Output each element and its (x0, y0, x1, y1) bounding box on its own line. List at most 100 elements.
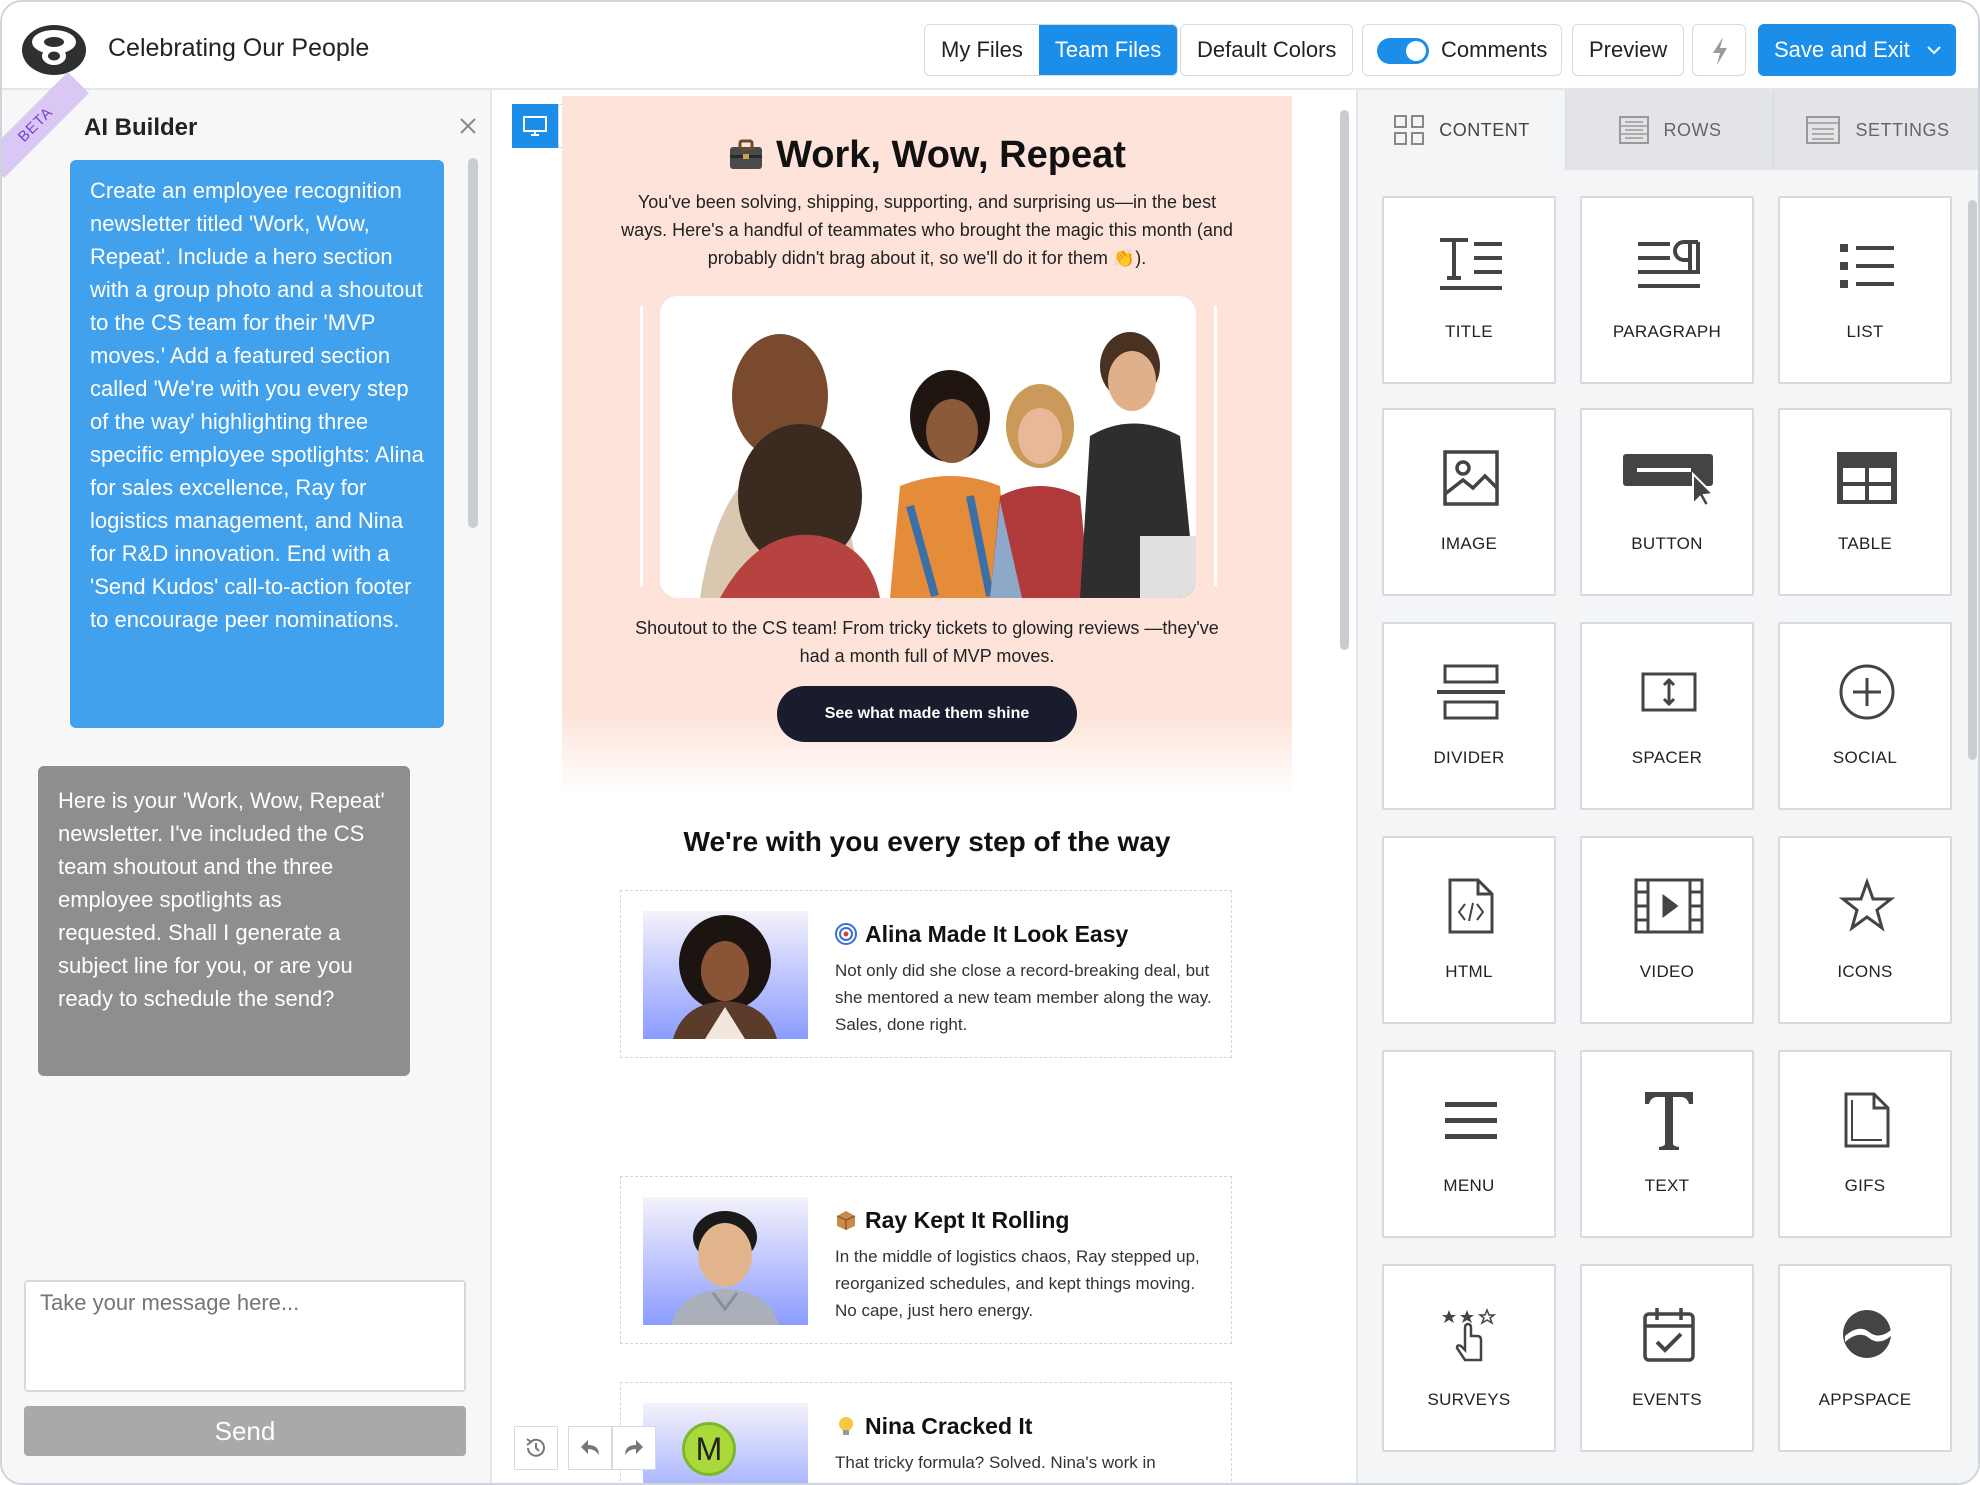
group-photo[interactable] (660, 296, 1196, 598)
block-video[interactable]: VIDEO (1580, 836, 1754, 1024)
chevron-down-icon[interactable] (1926, 42, 1942, 58)
block-image[interactable]: IMAGE (1382, 408, 1556, 596)
app-window: Celebrating Our People My Files Team Fil… (0, 0, 1980, 1485)
ai-builder-title: AI Builder (84, 114, 198, 141)
person-portrait (673, 915, 777, 1039)
hero-title[interactable]: Work, Wow, Repeat (562, 134, 1292, 177)
preview-button[interactable]: Preview (1572, 24, 1685, 76)
list-icon (1817, 230, 1917, 302)
spotlight-description[interactable]: That tricky formula? Solved. Nina's work… (835, 1449, 1215, 1476)
panel-tabs: CONTENT ROWS SETTINGS (1358, 90, 1978, 170)
button-icon (1619, 442, 1719, 514)
tab-label: SETTINGS (1855, 119, 1950, 140)
desktop-view-button[interactable] (512, 104, 558, 148)
spotlight-name[interactable]: Nina Cracked It (835, 1413, 1032, 1443)
default-colors-button[interactable]: Default Colors (1180, 24, 1354, 76)
lightbulb-icon (835, 1415, 857, 1443)
block-label: EVENTS (1632, 1390, 1702, 1409)
block-text[interactable]: TEXT (1580, 1050, 1754, 1238)
briefcase-icon (730, 139, 763, 169)
menu-icon (1421, 1084, 1521, 1156)
tab-rows[interactable]: ROWS (1566, 90, 1774, 170)
tab-settings[interactable]: SETTINGS (1774, 90, 1978, 170)
tab-content[interactable]: CONTENT (1358, 90, 1566, 170)
block-html[interactable]: HTML (1382, 836, 1556, 1024)
hero-subtitle[interactable]: You've been solving, shipping, supportin… (614, 188, 1240, 272)
block-icons[interactable]: ICONS (1778, 836, 1952, 1024)
events-icon (1619, 1298, 1719, 1370)
block-gifs[interactable]: GIFS (1778, 1050, 1952, 1238)
my-files-tab[interactable]: My Files (925, 25, 1039, 75)
block-divider[interactable]: DIVIDER (1382, 622, 1556, 810)
block-menu[interactable]: MENU (1382, 1050, 1556, 1238)
spotlight-description[interactable]: In the middle of logistics chaos, Ray st… (835, 1243, 1215, 1324)
block-table[interactable]: TABLE (1778, 408, 1952, 596)
block-title[interactable]: TITLE (1382, 196, 1556, 384)
tab-label: ROWS (1663, 119, 1722, 140)
grid-icon (1394, 115, 1425, 145)
person-portrait (671, 1211, 779, 1325)
spotlight-name[interactable]: Alina Made It Look Easy (835, 921, 1128, 951)
hero-title-text: Work, Wow, Repeat (776, 134, 1126, 176)
hero-section[interactable]: Work, Wow, Repeat You've been solving, s… (562, 96, 1292, 796)
history-button[interactable] (514, 1426, 558, 1470)
table-icon (1817, 442, 1917, 514)
spotlight-description[interactable]: Not only did she close a record-breaking… (835, 957, 1215, 1038)
surveys-icon (1421, 1298, 1521, 1370)
spotlight-name[interactable]: Ray Kept It Rolling (835, 1207, 1069, 1237)
history-icon (526, 1438, 545, 1457)
quick-action-button[interactable] (1692, 24, 1746, 76)
send-button[interactable]: Send (24, 1406, 466, 1456)
save-and-exit-button[interactable]: Save and Exit (1758, 24, 1956, 76)
panel-scrollbar[interactable] (1968, 200, 1977, 760)
html-icon (1421, 870, 1521, 942)
spotlight-card[interactable]: Ray Kept It Rolling In the middle of log… (620, 1176, 1232, 1344)
email-canvas: Work, Wow, Repeat You've been solving, s… (494, 90, 1356, 1483)
image-frame-line (640, 306, 643, 586)
spotlight-card[interactable]: Alina Made It Look Easy Not only did she… (620, 890, 1232, 1058)
spotlight-photo[interactable] (643, 911, 808, 1039)
team-files-tab[interactable]: Team Files (1038, 25, 1178, 75)
spotlight-name-text: Alina Made It Look Easy (865, 921, 1129, 947)
block-button[interactable]: BUTTON (1580, 408, 1754, 596)
collaborator-avatar[interactable]: M (682, 1422, 736, 1476)
block-label: SOCIAL (1832, 748, 1898, 767)
redo-button[interactable] (612, 1426, 656, 1470)
spacer-icon (1619, 656, 1719, 728)
hero-caption[interactable]: Shoutout to the CS team! From tricky tic… (622, 614, 1232, 670)
block-surveys[interactable]: SURVEYS (1382, 1264, 1556, 1452)
block-label: GIFS (1844, 1176, 1886, 1195)
settings-icon (1806, 116, 1841, 144)
close-icon[interactable] (458, 116, 478, 136)
text-icon (1619, 1084, 1719, 1156)
block-paragraph[interactable]: PARAGRAPH (1580, 196, 1754, 384)
undo-icon (581, 1440, 599, 1455)
block-label: PARAGRAPH (1612, 322, 1722, 341)
comments-toggle-button[interactable]: Comments (1362, 24, 1562, 76)
ai-response-message: Here is your 'Work, Wow, Repeat' newslet… (38, 766, 410, 1076)
hero-cta-button[interactable]: See what made them shine (777, 686, 1077, 742)
block-events[interactable]: EVENTS (1580, 1264, 1754, 1452)
app-logo-icon (22, 25, 86, 75)
divider-icon (1421, 656, 1521, 728)
block-list[interactable]: LIST (1778, 196, 1952, 384)
top-bar: Celebrating Our People My Files Team Fil… (2, 2, 1978, 90)
redo-icon (625, 1440, 643, 1455)
block-appspace[interactable]: APPSPACE (1778, 1264, 1952, 1452)
block-label: MENU (1443, 1176, 1495, 1195)
document-title[interactable]: Celebrating Our People (108, 34, 369, 63)
message-input[interactable] (24, 1280, 466, 1392)
history-toolbar (514, 1426, 656, 1470)
chat-scrollbar[interactable] (468, 158, 478, 528)
target-icon (835, 923, 857, 951)
block-spacer[interactable]: SPACER (1580, 622, 1754, 810)
switch-knob (1406, 41, 1426, 61)
section-title[interactable]: We're with you every step of the way (562, 826, 1292, 858)
gifs-icon (1817, 1084, 1917, 1156)
block-social[interactable]: SOCIAL (1778, 622, 1952, 810)
tab-label: CONTENT (1439, 119, 1530, 140)
undo-button[interactable] (568, 1426, 612, 1470)
canvas-scrollbar[interactable] (1340, 110, 1349, 650)
spotlight-photo[interactable] (643, 1197, 808, 1325)
comments-switch[interactable] (1377, 38, 1429, 64)
